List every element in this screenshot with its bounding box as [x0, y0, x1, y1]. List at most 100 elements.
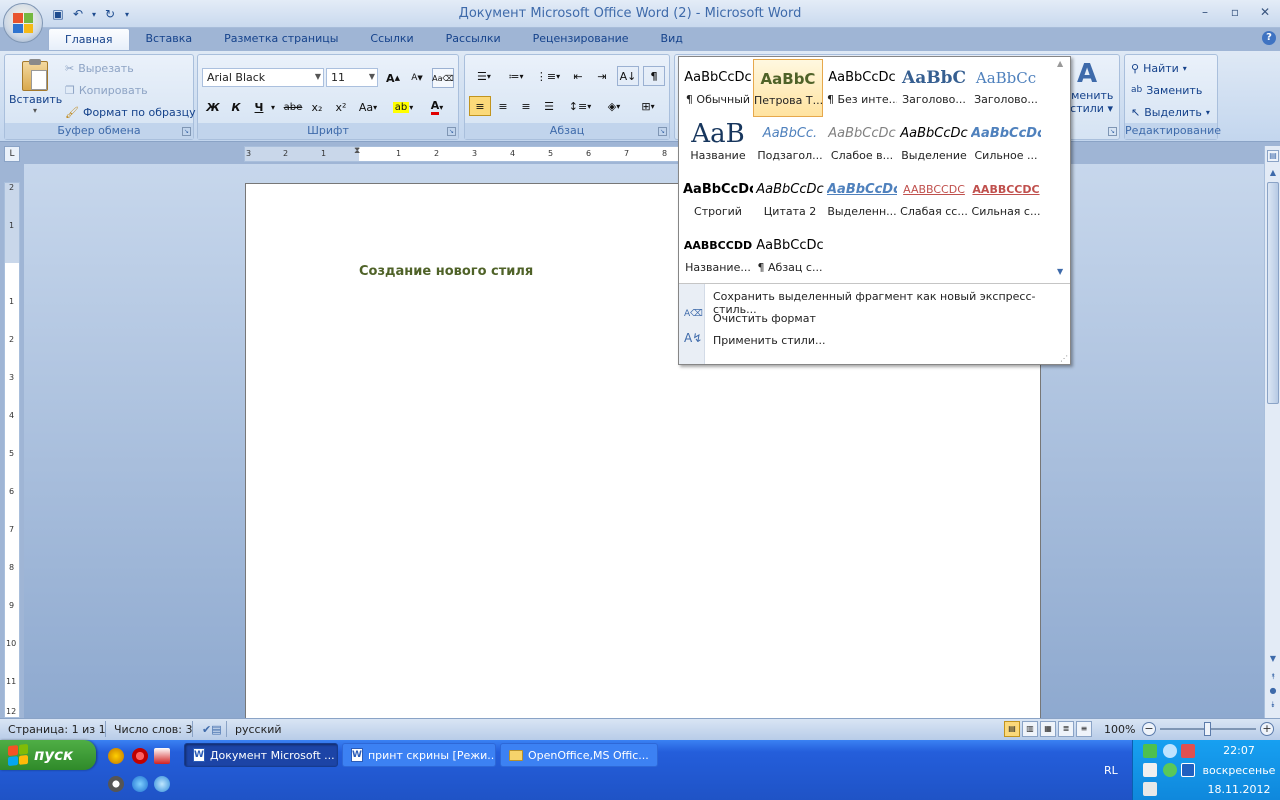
tab-references[interactable]: Ссылки [354, 28, 429, 50]
subscript-button[interactable]: x₂ [306, 97, 328, 117]
multilevel-list-button[interactable]: ⋮≡ ▾ [533, 66, 563, 86]
quicklaunch-winamp-icon[interactable] [108, 748, 124, 764]
bold-button[interactable]: Ж [202, 97, 224, 117]
style-subtitle[interactable]: AaBbCc. Подзагол... [755, 119, 825, 173]
align-right-button[interactable]: ≡ [515, 96, 537, 116]
scroll-down-icon[interactable]: ▼ [1267, 654, 1279, 666]
superscript-button[interactable]: x² [330, 97, 352, 117]
tab-view[interactable]: Вид [645, 28, 699, 50]
scroll-up-icon[interactable]: ▲ [1057, 59, 1063, 68]
font-name-combo[interactable]: Arial Black ▼ [202, 68, 324, 87]
next-page-icon[interactable]: ⯯ [1267, 700, 1279, 712]
page-count[interactable]: Страница: 1 из 1 [8, 723, 106, 736]
clock-time[interactable]: 22:07 [1199, 744, 1279, 757]
underline-button[interactable]: Ч [248, 97, 270, 117]
redo-icon[interactable]: ↻ [102, 6, 118, 22]
monitor-icon[interactable] [1181, 763, 1195, 777]
format-painter-button[interactable]: 🖌 Формат по образцу [65, 102, 196, 122]
browse-object-icon[interactable]: ● [1267, 686, 1279, 698]
tab-home[interactable]: Главная [48, 28, 130, 50]
replace-button[interactable]: ab Заменить [1131, 80, 1202, 100]
select-button[interactable]: ↖ Выделить ▾ [1131, 102, 1210, 122]
previous-page-icon[interactable]: ⯭ [1267, 672, 1279, 684]
resize-grip-icon[interactable]: ⋰ [1060, 354, 1068, 363]
quicklaunch-app-icon[interactable] [154, 748, 170, 764]
volume-icon[interactable] [1143, 763, 1157, 777]
copy-button[interactable]: ❐ Копировать [65, 80, 148, 100]
style-subtle-reference[interactable]: AABBCCDC Слабая сс... [899, 175, 969, 229]
cut-button[interactable]: ✂ Вырезать [65, 58, 134, 78]
full-screen-reading-icon[interactable]: ▥ [1022, 721, 1038, 737]
style-heading-2[interactable]: AaBbCc Заголово... [971, 63, 1041, 117]
shading-button[interactable]: ◈ ▾ [599, 96, 629, 116]
tab-page-layout[interactable]: Разметка страницы [208, 28, 354, 50]
security-icon[interactable] [1181, 744, 1195, 758]
web-layout-icon[interactable]: ▦ [1040, 721, 1056, 737]
style-intense-quote[interactable]: AaBbCcDc Выделенн... [827, 175, 897, 229]
vertical-ruler[interactable]: 2 1 1 2 3 4 5 6 7 8 9 10 11 12 [4, 182, 20, 718]
line-spacing-button[interactable]: ↕≡ ▾ [565, 96, 595, 116]
italic-button[interactable]: К [225, 97, 247, 117]
undo-icon[interactable]: ↶ [70, 6, 86, 22]
antivirus-icon[interactable] [1163, 763, 1177, 777]
print-layout-icon[interactable]: ▤ [1004, 721, 1020, 737]
word-count[interactable]: Число слов: 3 [114, 723, 193, 736]
justify-button[interactable]: ☰ [538, 96, 560, 116]
horizontal-ruler[interactable]: 3 2 1 ⧗ 1 2 3 4 5 6 7 8 [244, 146, 680, 162]
style-list-paragraph[interactable]: AaBbCcDc ¶ Абзац с... [755, 231, 825, 285]
shrink-font-button[interactable]: A ▼ [406, 68, 428, 88]
office-button[interactable] [3, 3, 43, 43]
scroll-down-icon[interactable]: ▼ [1057, 267, 1063, 276]
close-button[interactable]: ✕ [1258, 5, 1272, 19]
zoom-slider-thumb[interactable] [1204, 722, 1211, 736]
style-normal[interactable]: AaBbCcDc ¶ Обычный [683, 63, 753, 117]
font-color-button[interactable]: A ▾ [422, 97, 452, 117]
device-icon[interactable] [1143, 782, 1157, 796]
find-button[interactable]: ⚲ Найти ▾ [1131, 58, 1187, 78]
paragraph-launcher-icon[interactable]: ↘ [658, 127, 667, 136]
zoom-in-button[interactable]: + [1260, 722, 1274, 736]
vertical-scrollbar[interactable]: ▤ ▲ ▼ ⯭ ● ⯯ [1264, 146, 1280, 718]
taskbar-window-folder[interactable]: OpenOffice,MS Offic... [500, 743, 658, 767]
apply-styles-menu-item[interactable]: Применить стили... [713, 334, 825, 347]
draft-icon[interactable]: ≡ [1076, 721, 1092, 737]
style-quote-2[interactable]: AaBbCcDc Цитата 2 [755, 175, 825, 229]
style-strong[interactable]: AaBbCcDc Строгий [683, 175, 753, 229]
gallery-scrollbar[interactable]: ▲ ▼ [1055, 59, 1069, 283]
tab-mailings[interactable]: Рассылки [430, 28, 517, 50]
language-indicator[interactable]: русский [235, 723, 282, 736]
style-title[interactable]: AaB Название [683, 119, 753, 173]
style-emphasis[interactable]: AaBbCcDc Выделение [899, 119, 969, 173]
zoom-out-button[interactable]: − [1142, 722, 1156, 736]
style-heading-1[interactable]: AaBbC Заголово... [899, 63, 969, 117]
indent-marker-icon[interactable]: ⧗ [354, 146, 360, 156]
spellcheck-icon[interactable]: ✔▤ [202, 723, 222, 736]
quicklaunch-media-icon[interactable] [108, 776, 124, 792]
highlight-button[interactable]: ab ▾ [388, 97, 418, 117]
style-petrova[interactable]: AaBbC Петрова Т... [753, 59, 823, 117]
bluetooth-icon[interactable] [1163, 744, 1177, 758]
change-case-button[interactable]: Aa ▾ [354, 97, 382, 117]
clear-formatting-button[interactable]: Aa⌫ [432, 68, 454, 88]
clear-format-menu-item[interactable]: Очистить формат [713, 312, 816, 325]
customize-qat-icon[interactable]: ▾ [122, 6, 132, 22]
network-icon[interactable] [1143, 744, 1157, 758]
document-heading[interactable]: Создание нового стиля [359, 264, 533, 279]
styles-launcher-icon[interactable]: ↘ [1108, 127, 1117, 136]
style-no-spacing[interactable]: AaBbCcDc ¶ Без инте... [827, 63, 897, 117]
style-intense-emphasis[interactable]: AaBbCcDc Сильное ... [971, 119, 1041, 173]
align-left-button[interactable]: ≡ [469, 96, 491, 116]
increase-indent-button[interactable]: ⇥ [591, 66, 613, 86]
style-book-title[interactable]: AABBCCDD Название... [683, 231, 753, 285]
tab-insert[interactable]: Вставка [130, 28, 209, 50]
quicklaunch-opera-icon[interactable] [132, 748, 148, 764]
sort-button[interactable]: A↓ [617, 66, 639, 86]
grow-font-button[interactable]: A ▲ [382, 68, 404, 88]
undo-dropdown-icon[interactable]: ▾ [90, 6, 98, 22]
start-button[interactable]: пуск [0, 740, 96, 770]
borders-button[interactable]: ⊞ ▾ [633, 96, 663, 116]
decrease-indent-button[interactable]: ⇤ [567, 66, 589, 86]
font-size-combo[interactable]: 11 ▼ [326, 68, 378, 87]
font-launcher-icon[interactable]: ↘ [447, 127, 456, 136]
bullets-button[interactable]: ☰ ▾ [469, 66, 499, 86]
